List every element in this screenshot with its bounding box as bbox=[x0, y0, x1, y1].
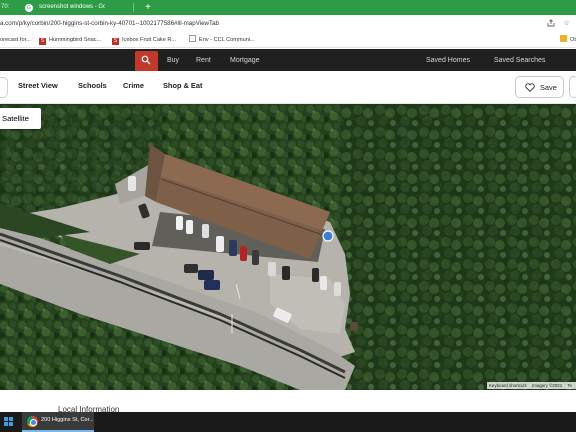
google-favicon-icon: G bbox=[25, 4, 33, 12]
bookmark-label: Hummingbird Snac... bbox=[49, 37, 102, 43]
page-icon bbox=[189, 35, 196, 42]
address-bar: a.com/p/ky/corbin/200-higgins-st-corbin-… bbox=[0, 15, 576, 32]
share-icon[interactable] bbox=[546, 19, 555, 28]
nav-buy[interactable]: Buy bbox=[167, 57, 179, 64]
site-header: Buy Rent Mortgage Saved Homes Saved Sear… bbox=[0, 49, 576, 71]
subnav-left-control[interactable] bbox=[0, 77, 8, 98]
bookmark-label: Icebox Fruit Cake R... bbox=[122, 37, 177, 43]
satellite-imagery bbox=[0, 104, 576, 390]
satellite-toggle-button[interactable]: Satellite bbox=[0, 108, 41, 129]
sl-icon: S bbox=[112, 38, 119, 45]
heart-icon bbox=[525, 83, 535, 92]
new-tab-button[interactable]: + bbox=[143, 0, 153, 15]
imagery-credit: Imagery ©2021 bbox=[532, 383, 563, 388]
bookmarks-bar: orecast for... S Hummingbird Snac... S Ice… bbox=[0, 32, 576, 48]
bookmark-label: Env - CCL Communi... bbox=[199, 37, 255, 43]
more-options-button[interactable] bbox=[569, 76, 576, 98]
tab-shop-and-eat[interactable]: Shop & Eat bbox=[163, 81, 202, 90]
search-icon bbox=[141, 55, 151, 65]
screen: 70: G screenshot windows - Google Se × +… bbox=[0, 0, 576, 432]
bookmark-weather[interactable]: orecast for... bbox=[0, 32, 31, 48]
save-label: Save bbox=[540, 83, 557, 92]
taskbar-window-label: 200 Higgins St, Cor... bbox=[41, 417, 93, 423]
property-subnav: Street View Schools Crime Shop & Eat Sav… bbox=[0, 71, 576, 104]
browser-tab-previous[interactable]: 70: bbox=[0, 0, 16, 15]
bookmark-other[interactable]: Ot bbox=[560, 32, 576, 48]
nav-saved-homes[interactable]: Saved Homes bbox=[426, 57, 470, 64]
tab-title: 70: bbox=[1, 4, 10, 10]
bookmark-star-icon[interactable]: ☆ bbox=[562, 19, 571, 28]
tab-street-view[interactable]: Street View bbox=[18, 81, 58, 90]
taskbar-chrome-window[interactable]: 200 Higgins St, Cor... bbox=[22, 412, 94, 432]
nav-rent[interactable]: Rent bbox=[196, 57, 211, 64]
search-button[interactable] bbox=[135, 51, 158, 71]
browser-tab-active[interactable]: G screenshot windows - Google Se × bbox=[18, 0, 122, 15]
keyboard-shortcuts-link[interactable]: Keyboard shortcuts bbox=[489, 383, 527, 388]
browser-tab-strip: 70: G screenshot windows - Google Se × + bbox=[0, 0, 576, 15]
save-button[interactable]: Save bbox=[515, 76, 564, 98]
nav-mortgage[interactable]: Mortgage bbox=[230, 57, 260, 64]
bookmark-label: orecast for... bbox=[0, 37, 31, 43]
bookmark-env[interactable]: Env - CCL Communi... bbox=[189, 32, 255, 48]
chrome-icon bbox=[27, 416, 38, 427]
map-attribution: Keyboard shortcuts Imagery ©2021 Te bbox=[487, 382, 576, 389]
folder-icon bbox=[560, 35, 567, 42]
tab-title: screenshot windows - Google Se bbox=[39, 4, 105, 10]
bookmark-icebox[interactable]: S Icebox Fruit Cake R... bbox=[112, 32, 176, 48]
bookmark-hummingbird[interactable]: S Hummingbird Snac... bbox=[39, 32, 101, 48]
nav-saved-searches[interactable]: Saved Searches bbox=[494, 57, 545, 64]
satellite-map[interactable]: Satellite Keyboard shortcuts Imagery ©20… bbox=[0, 104, 576, 390]
below-map-section: Local Information bbox=[0, 390, 576, 414]
windows-start-icon[interactable] bbox=[4, 417, 14, 427]
tab-crime[interactable]: Crime bbox=[123, 81, 144, 90]
windows-taskbar: 200 Higgins St, Cor... bbox=[0, 412, 576, 432]
tab-divider bbox=[133, 3, 134, 12]
url-input[interactable]: a.com/p/ky/corbin/200-higgins-st-corbin-… bbox=[0, 15, 219, 32]
bookmark-label: Ot bbox=[570, 37, 576, 43]
tab-schools[interactable]: Schools bbox=[78, 81, 107, 90]
terms-link[interactable]: Te bbox=[567, 383, 572, 388]
sl-icon: S bbox=[39, 38, 46, 45]
